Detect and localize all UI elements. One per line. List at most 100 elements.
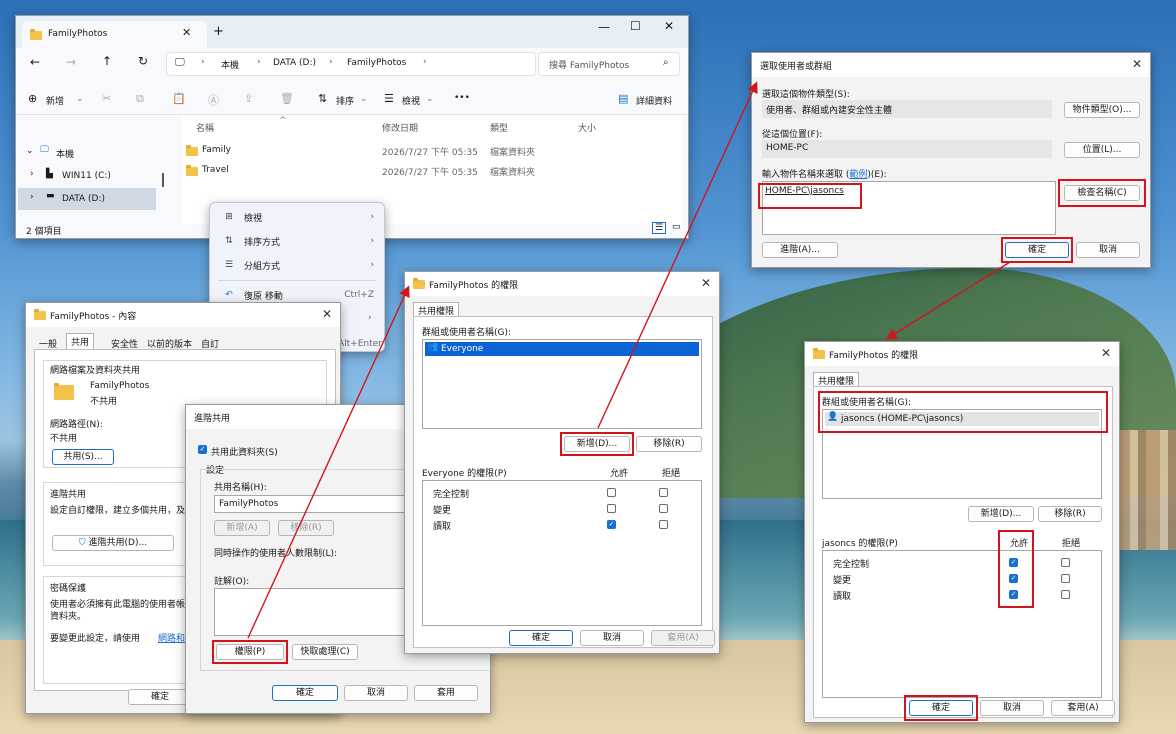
ok-button[interactable]: 確定 (128, 689, 192, 705)
rename-icon[interactable]: Ⓐ (208, 92, 219, 108)
nav-item-drive-c[interactable]: WIN11 (C:) (62, 171, 111, 181)
allow-checkbox[interactable] (607, 504, 616, 513)
deny-checkbox[interactable] (1061, 558, 1070, 567)
deny-checkbox[interactable] (1061, 574, 1070, 583)
status-item-count: 2 個項目 (26, 227, 62, 237)
advanced-sharing-button[interactable]: ⛉ 進階共用(D)... (52, 535, 174, 551)
shortcut-label: Alt+Enter (338, 339, 382, 349)
apply-button[interactable]: 套用(A) (1051, 700, 1115, 716)
tab-sharing[interactable]: 共用 (66, 333, 95, 349)
properties-titlebar: FamilyPhotos - 內容 ✕ (26, 303, 340, 327)
locations-button[interactable]: 位置(L)... (1064, 142, 1140, 158)
breadcrumb-item[interactable]: DATA (D:) (273, 58, 316, 68)
paste-icon[interactable]: 📋 (172, 92, 186, 105)
share-button[interactable]: 共用(S)... (52, 449, 114, 465)
undo-icon: ↶ (225, 290, 233, 300)
details-view-icon[interactable]: ☰ (652, 222, 667, 234)
group-icon: ☰ (224, 260, 234, 270)
folder-icon (54, 383, 74, 400)
allow-checkbox[interactable] (607, 488, 616, 497)
minimize-icon[interactable]: — (598, 20, 610, 34)
menu-item-sort[interactable]: ⇅ 排序方式 › (210, 230, 384, 252)
permission-name: 完全控制 (433, 490, 470, 500)
close-window-icon[interactable]: ✕ (664, 19, 674, 33)
share-icon[interactable]: ⇪ (244, 92, 253, 105)
explorer-tab[interactable]: FamilyPhotos ✕ (22, 21, 207, 48)
cancel-button[interactable]: 取消 (580, 630, 644, 646)
deny-checkbox[interactable] (1061, 590, 1070, 599)
object-types-button[interactable]: 物件類型(O)... (1064, 102, 1140, 118)
menu-item-group[interactable]: ☰ 分組方式 › (210, 254, 384, 276)
remove-user-button[interactable]: 移除(R) (1038, 506, 1102, 522)
chevron-right-icon: › (370, 260, 374, 270)
more-button[interactable]: ••• (454, 93, 470, 103)
examples-link[interactable]: 範例 (849, 170, 867, 180)
allow-checkbox[interactable]: ✓ (607, 520, 616, 529)
close-tab-icon[interactable]: ✕ (182, 26, 191, 39)
share-folder-checkbox[interactable]: ✓ (198, 445, 207, 454)
explorer-tab-title: FamilyPhotos (48, 29, 108, 39)
up-arrow-icon[interactable]: ↑ (102, 54, 112, 68)
user-list[interactable]: 👥 Everyone (422, 339, 702, 429)
back-arrow-icon[interactable]: ← (30, 55, 40, 69)
column-header-name[interactable]: 名稱 (196, 121, 214, 134)
close-icon[interactable]: ✕ (322, 307, 332, 321)
new-tab-button[interactable]: + (213, 24, 224, 39)
nav-item-drive-d[interactable]: DATA (D:) (62, 194, 105, 204)
advanced-button[interactable]: 進階(A)... (762, 242, 838, 258)
navigation-pane: ⌄ 🖵 本機 › ▙ WIN11 (C:) › ▬ DATA (D:) (16, 115, 168, 223)
table-row[interactable]: Travel 2026/7/27 下午 05:35 檔案資料夾 (182, 162, 662, 180)
deny-column-header: 拒絕 (1062, 539, 1081, 549)
expand-chevron-icon[interactable]: › (30, 169, 34, 179)
nav-item-selected[interactable]: › ▬ DATA (D:) (18, 188, 156, 210)
highlight-ok-button (1001, 237, 1073, 263)
add-share-button[interactable]: 新增(A) (214, 520, 270, 536)
copy-icon[interactable]: ⧉ (136, 92, 144, 106)
folder-name: FamilyPhotos (90, 381, 150, 391)
cancel-button[interactable]: 取消 (980, 700, 1044, 716)
sort-button[interactable]: 排序 (336, 94, 354, 107)
deny-checkbox[interactable] (659, 488, 668, 497)
sort-icon: ⇅ (225, 236, 233, 246)
nav-item-this-pc[interactable]: 本機 (56, 147, 74, 160)
table-row[interactable]: Family 2026/7/27 下午 05:35 檔案資料夾 (182, 142, 662, 160)
cancel-button[interactable]: 取消 (1076, 242, 1140, 258)
sort-icon: ⇅ (318, 92, 328, 105)
forward-arrow-icon[interactable]: → (66, 55, 76, 69)
expand-chevron-icon[interactable]: › (30, 192, 34, 202)
cut-icon[interactable]: ✂ (102, 92, 111, 105)
ok-button[interactable]: 確定 (509, 630, 573, 646)
deny-checkbox[interactable] (659, 520, 668, 529)
column-header-size[interactable]: 大小 (578, 121, 596, 134)
delete-icon[interactable]: 🗑 (280, 92, 294, 105)
column-header-date[interactable]: 修改日期 (382, 121, 418, 134)
breadcrumb-item[interactable]: 本機 (221, 58, 239, 71)
caching-button[interactable]: 快取處理(C) (292, 644, 358, 660)
add-user-button[interactable]: 新增(D)... (968, 506, 1034, 522)
ok-button[interactable]: 確定 (272, 685, 338, 701)
close-icon[interactable]: ✕ (701, 276, 711, 290)
list-item[interactable]: 👥 Everyone (425, 342, 699, 356)
apply-button[interactable]: 套用(A) (651, 630, 715, 646)
close-icon[interactable]: ✕ (1101, 346, 1111, 360)
remove-user-button[interactable]: 移除(R) (636, 436, 702, 452)
remove-share-button[interactable]: 移除(R) (278, 520, 334, 536)
cancel-button[interactable]: 取消 (344, 685, 408, 701)
search-input[interactable]: 搜尋 FamilyPhotos ⌕ (538, 52, 680, 76)
breadcrumb[interactable]: 🖵 › 本機 › DATA (D:) › FamilyPhotos › (166, 52, 536, 76)
column-header-type[interactable]: 類型 (490, 121, 508, 134)
maximize-icon[interactable]: ☐ (630, 19, 641, 33)
refresh-icon[interactable]: ↻ (138, 54, 148, 68)
view-button[interactable]: 檢視 (402, 94, 420, 107)
new-button[interactable]: 新增 (46, 94, 64, 107)
expand-chevron-icon[interactable]: ⌄ (26, 146, 34, 156)
apply-button[interactable]: 套用 (414, 685, 478, 701)
nav-scrollbar[interactable] (162, 173, 164, 187)
close-icon[interactable]: ✕ (1132, 57, 1142, 71)
deny-checkbox[interactable] (659, 504, 668, 513)
tab-panel: 群組或使用者名稱(G): 👤 jasoncs (HOME-PC\jasoncs)… (813, 386, 1113, 718)
breadcrumb-item[interactable]: FamilyPhotos (347, 58, 406, 68)
details-button[interactable]: 詳細資料 (636, 94, 672, 107)
tiles-view-icon[interactable]: ▭ (672, 222, 681, 232)
menu-item-view[interactable]: ⊞ 檢視 › (210, 206, 384, 228)
